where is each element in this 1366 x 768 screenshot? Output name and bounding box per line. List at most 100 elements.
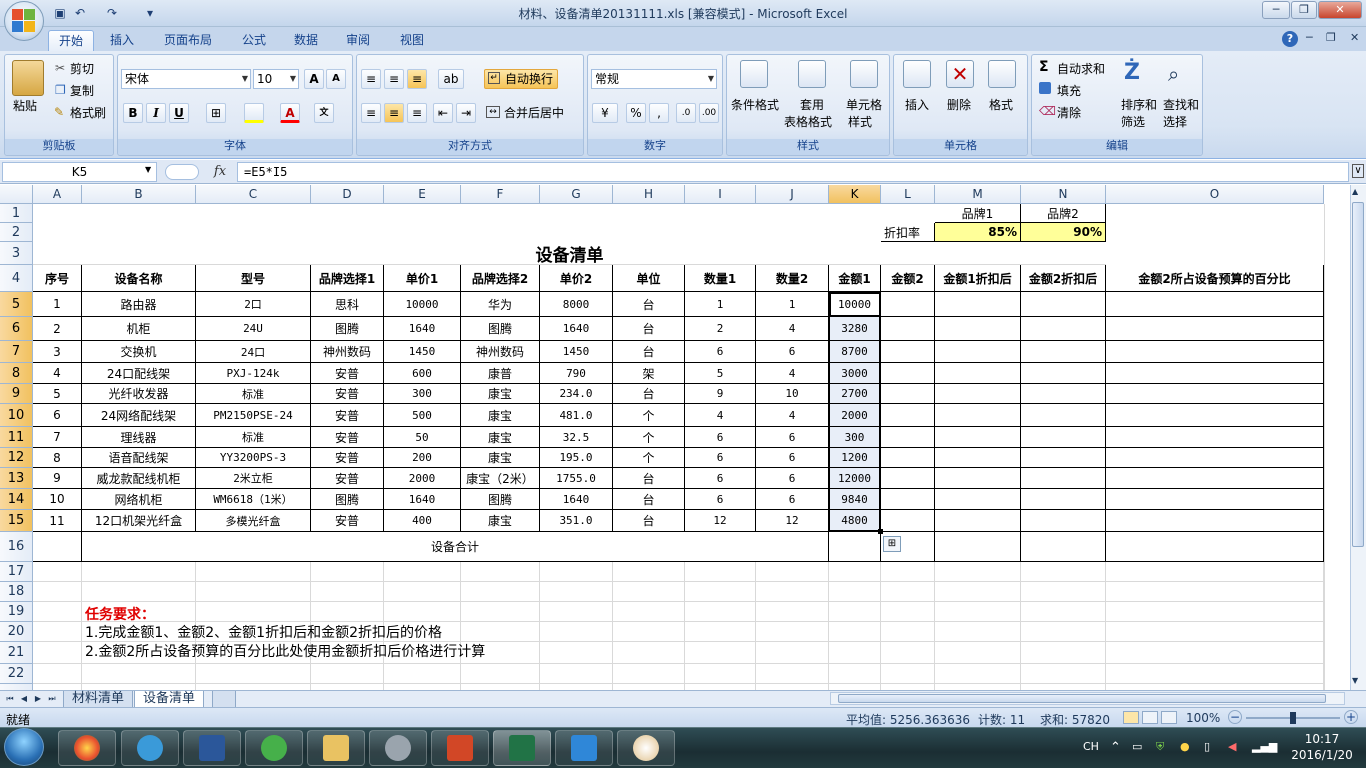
- table-cell[interactable]: 康宝: [461, 448, 540, 468]
- table-header-9[interactable]: 数量1: [685, 265, 756, 292]
- empty-cell[interactable]: [829, 562, 881, 582]
- empty-cell[interactable]: [1106, 602, 1324, 622]
- column-header-i[interactable]: I: [685, 185, 756, 204]
- table-cell[interactable]: 12口机架光纤盒: [82, 510, 196, 532]
- taskbar-app-paint[interactable]: [617, 730, 675, 766]
- taskbar-app-media[interactable]: [369, 730, 427, 766]
- table-cell[interactable]: 康宝: [461, 404, 540, 427]
- table-header-12[interactable]: 金额2: [881, 265, 935, 292]
- sheet-tab-materials[interactable]: 材料清单: [63, 691, 134, 708]
- empty-cell[interactable]: [1021, 317, 1106, 341]
- table-cell[interactable]: 200: [384, 448, 461, 468]
- help-icon[interactable]: ?: [1282, 31, 1298, 47]
- empty-cell[interactable]: [1106, 468, 1324, 489]
- empty-cell[interactable]: [33, 664, 82, 684]
- empty-cell[interactable]: [1106, 292, 1324, 317]
- column-header-j[interactable]: J: [756, 185, 829, 204]
- table-cell[interactable]: 10000: [384, 292, 461, 317]
- empty-cell[interactable]: [881, 468, 935, 489]
- table-cell[interactable]: 6: [685, 427, 756, 448]
- table-cell[interactable]: 华为: [461, 292, 540, 317]
- table-cell[interactable]: 790: [540, 363, 613, 384]
- auto-fill-options-icon[interactable]: ⊞: [883, 536, 901, 552]
- table-cell[interactable]: 安普: [311, 363, 384, 384]
- table-cell[interactable]: 2米立柜: [196, 468, 311, 489]
- sort-filter-line1[interactable]: 排序和: [1121, 96, 1157, 113]
- column-header-e[interactable]: E: [384, 185, 461, 204]
- table-cell[interactable]: 1: [685, 292, 756, 317]
- font-name-combo[interactable]: 宋体 ▼: [121, 69, 251, 89]
- table-cell[interactable]: 6: [685, 341, 756, 363]
- empty-cell[interactable]: [1106, 384, 1324, 404]
- undo-icon[interactable]: ↶: [72, 5, 88, 21]
- taskbar-app-cloud[interactable]: [121, 730, 179, 766]
- row-header-15[interactable]: 15: [0, 510, 33, 532]
- table-cell[interactable]: 安普: [311, 448, 384, 468]
- autosum-button[interactable]: 自动求和: [1057, 60, 1105, 77]
- align-top-icon[interactable]: ≡: [361, 69, 381, 89]
- redo-icon[interactable]: ↷: [104, 5, 120, 21]
- discount2-value[interactable]: 90%: [1021, 223, 1106, 242]
- empty-cell[interactable]: [685, 582, 756, 602]
- table-header-14[interactable]: 金额2折扣后: [1021, 265, 1106, 292]
- column-header-n[interactable]: N: [1021, 185, 1106, 204]
- column-header-g[interactable]: G: [540, 185, 613, 204]
- table-header-10[interactable]: 数量2: [756, 265, 829, 292]
- zoom-out-icon[interactable]: −: [1228, 710, 1242, 724]
- taskbar-app-word[interactable]: [183, 730, 241, 766]
- empty-cell[interactable]: [461, 664, 540, 684]
- taskbar-app-excel[interactable]: [493, 730, 551, 766]
- empty-cell[interactable]: [33, 582, 82, 602]
- empty-cell[interactable]: [461, 562, 540, 582]
- table-cell[interactable]: 1: [33, 292, 82, 317]
- format-as-table-line1[interactable]: 套用: [800, 96, 824, 113]
- empty-cell[interactable]: [540, 582, 613, 602]
- table-cell[interactable]: 图腾: [461, 317, 540, 341]
- table-cell[interactable]: 32.5: [540, 427, 613, 448]
- empty-cell[interactable]: [935, 448, 1021, 468]
- tray-expand-icon[interactable]: ⌃: [1110, 740, 1121, 755]
- empty-cell[interactable]: [881, 292, 935, 317]
- volume-muted-icon[interactable]: ◀: [1228, 740, 1236, 753]
- empty-cell[interactable]: [935, 664, 1021, 684]
- empty-cell[interactable]: [881, 341, 935, 363]
- empty-cell[interactable]: [881, 562, 935, 582]
- empty-cell[interactable]: [756, 602, 829, 622]
- table-header-8[interactable]: 单位: [613, 265, 685, 292]
- empty-cell[interactable]: [935, 341, 1021, 363]
- empty-cell[interactable]: [685, 602, 756, 622]
- empty-cell[interactable]: [685, 622, 756, 642]
- prev-sheet-icon[interactable]: ◀: [18, 693, 30, 705]
- empty-cell[interactable]: [461, 582, 540, 602]
- empty-cell[interactable]: [1021, 404, 1106, 427]
- empty-cell[interactable]: [1106, 489, 1324, 510]
- empty-cell[interactable]: [461, 602, 540, 622]
- table-cell[interactable]: 6: [756, 448, 829, 468]
- taskbar-app-explorer[interactable]: [307, 730, 365, 766]
- table-header-1[interactable]: 序号: [33, 265, 82, 292]
- column-header-b[interactable]: B: [82, 185, 196, 204]
- fill-handle[interactable]: [878, 529, 883, 534]
- input-language[interactable]: CH: [1083, 740, 1099, 753]
- shrink-font-icon[interactable]: A: [326, 69, 346, 89]
- row-header-18[interactable]: 18: [0, 582, 33, 602]
- cell-styles-line1[interactable]: 单元格: [846, 96, 882, 113]
- cell-styles-line2[interactable]: 样式: [848, 113, 872, 130]
- empty-cell[interactable]: [935, 404, 1021, 427]
- empty-cell[interactable]: [935, 292, 1021, 317]
- table-cell[interactable]: 思科: [311, 292, 384, 317]
- column-header-o[interactable]: O: [1106, 185, 1324, 204]
- empty-cell[interactable]: [881, 622, 935, 642]
- table-cell[interactable]: 台: [613, 510, 685, 532]
- table-cell[interactable]: 1640: [540, 317, 613, 341]
- select-all-corner[interactable]: [0, 185, 33, 204]
- table-cell[interactable]: 9: [33, 468, 82, 489]
- table-header-3[interactable]: 型号: [196, 265, 311, 292]
- empty-cell[interactable]: [1106, 622, 1324, 642]
- table-cell[interactable]: 2: [33, 317, 82, 341]
- scroll-up-icon[interactable]: ▲: [1352, 187, 1358, 196]
- empty-cell[interactable]: [1021, 384, 1106, 404]
- underline-icon[interactable]: U: [169, 103, 189, 123]
- table-cell[interactable]: 路由器: [82, 292, 196, 317]
- save-icon[interactable]: ▣: [52, 5, 68, 21]
